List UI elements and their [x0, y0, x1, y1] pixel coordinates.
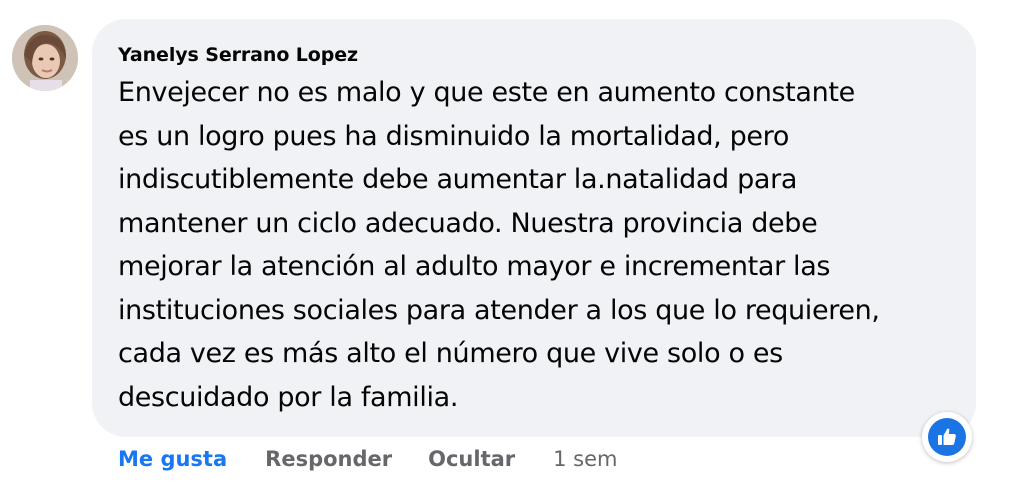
comment-actions: Me gusta Responder Ocultar 1 sem [118, 444, 618, 474]
hide-button[interactable]: Ocultar [428, 447, 515, 471]
comment-container: Yanelys Serrano Lopez Envejecer no es ma… [0, 0, 1024, 500]
comment-text: Envejecer no es malo y que este en aumen… [118, 77, 880, 413]
like-button[interactable]: Me gusta [118, 447, 227, 471]
avatar[interactable] [12, 25, 78, 91]
like-reaction-badge[interactable] [922, 412, 972, 462]
reply-button[interactable]: Responder [265, 447, 392, 471]
like-thumbs-up-icon [928, 418, 966, 456]
comment-bubble: Yanelys Serrano Lopez Envejecer no es ma… [92, 19, 976, 437]
comment-timestamp[interactable]: 1 sem [553, 447, 617, 471]
comment-author[interactable]: Yanelys Serrano Lopez [118, 42, 950, 68]
